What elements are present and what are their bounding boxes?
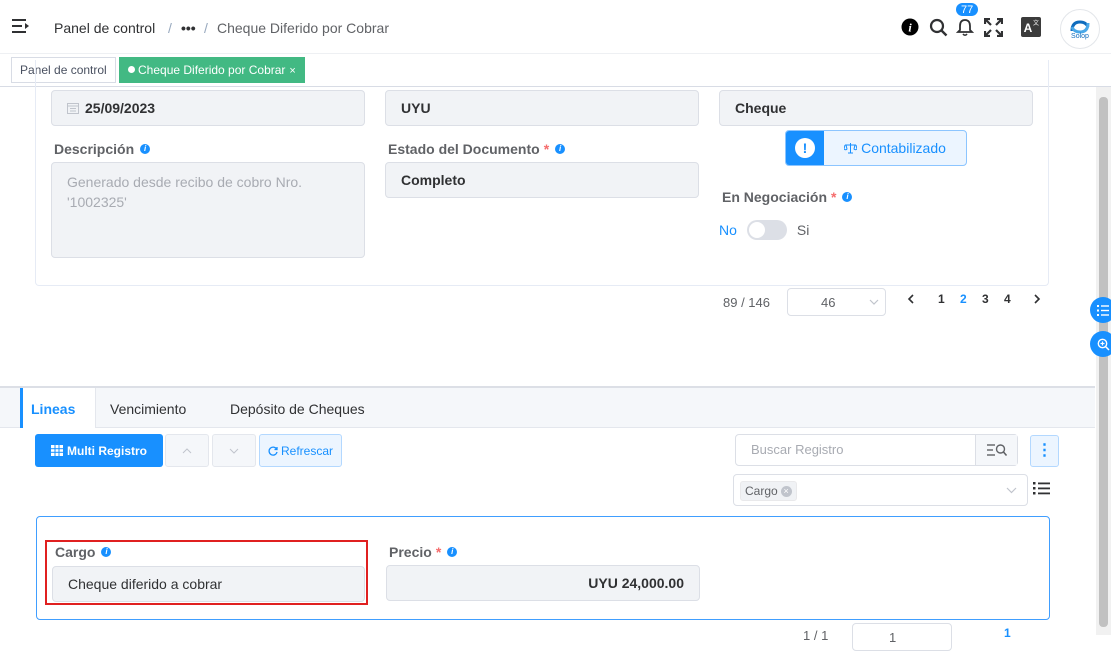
search-placeholder: Buscar Registro (751, 442, 844, 457)
document-type-value: Cheque (735, 100, 787, 116)
description-label: Descripción i (54, 141, 151, 157)
chevron-down-icon (869, 299, 879, 305)
page-select-value: 46 (821, 295, 836, 310)
page-size-select[interactable]: 46 (787, 288, 886, 316)
currency-value: UYU (401, 100, 431, 116)
page-number[interactable]: 4 (1004, 292, 1011, 306)
tab-lineas[interactable]: Lineas (20, 388, 97, 428)
chevron-down-icon (229, 448, 239, 454)
info-icon[interactable]: i (140, 144, 151, 154)
negotiation-switch[interactable] (746, 220, 787, 240)
required-mark: * (831, 189, 837, 205)
multi-registro-button[interactable]: Multi Registro (35, 434, 163, 467)
previous-record-button[interactable] (165, 434, 209, 467)
bell-icon[interactable] (954, 16, 976, 38)
negotiation-label: En Negociación * i (722, 189, 853, 205)
more-options-button[interactable]: ⋮ (1030, 435, 1059, 467)
description-textarea[interactable]: Generado desde recibo de cobro Nro. '100… (51, 162, 365, 258)
bottom-page-select[interactable]: 1 (852, 623, 952, 651)
next-record-button[interactable] (212, 434, 256, 467)
record-list-icon[interactable] (1090, 297, 1111, 323)
negotiation-switch-row: No Si (719, 220, 809, 240)
doc-status-value: Completo (401, 172, 466, 188)
switch-yes-label[interactable]: Si (797, 222, 809, 238)
info-icon[interactable]: i (842, 192, 853, 202)
precio-label-text: Precio (389, 544, 432, 560)
page-number[interactable]: 1 (938, 292, 945, 306)
page-number-active[interactable]: 2 (960, 292, 967, 306)
calendar-icon (67, 103, 79, 114)
page-number[interactable]: 3 (982, 292, 989, 306)
document-status-button[interactable]: ! Contabilizado (785, 130, 967, 166)
doc-status-label: Estado del Documento * i (388, 141, 566, 157)
required-mark: * (435, 544, 442, 560)
search-icon[interactable] (927, 16, 949, 38)
info-icon[interactable]: i (555, 144, 566, 154)
top-navbar: Panel de control / ••• / Cheque Diferido… (0, 0, 1111, 54)
svg-text:A: A (1024, 21, 1033, 35)
scrollbar-thumb[interactable] (1099, 97, 1108, 627)
detail-tabs: Lineas Vencimiento Depósito de Cheques (0, 388, 1095, 428)
search-records-input[interactable]: Buscar Registro (735, 434, 1018, 466)
document-type-field[interactable]: Cheque (719, 90, 1033, 126)
negotiation-label-text: En Negociación (722, 189, 828, 205)
info-icon[interactable]: i (899, 16, 921, 38)
zoom-in-icon[interactable] (1090, 331, 1111, 357)
precio-label: Precio * i (389, 544, 458, 560)
fullscreen-icon[interactable] (982, 16, 1004, 38)
bottom-page-select-value: 1 (889, 630, 897, 645)
description-label-text: Descripción (54, 141, 135, 157)
chip-label: Cargo (745, 484, 778, 498)
breadcrumb-ellipsis[interactable]: ••• (181, 20, 196, 36)
menu-fold-icon[interactable] (12, 18, 30, 34)
multi-registro-label: Multi Registro (67, 443, 147, 458)
precio-value: UYU 24,000.00 (588, 575, 684, 591)
refresh-icon (268, 446, 278, 456)
chip-close-icon[interactable]: × (780, 485, 792, 497)
precio-field[interactable]: UYU 24,000.00 (386, 565, 700, 601)
svg-text:文: 文 (1033, 19, 1039, 27)
currency-field[interactable]: UYU (385, 90, 699, 126)
company-logo[interactable]: Solop (1060, 9, 1100, 49)
bottom-page-number[interactable]: 1 (1004, 626, 1011, 640)
grid-icon (51, 445, 63, 456)
chevron-right-icon[interactable] (1033, 294, 1041, 304)
page-scrollbar[interactable] (1096, 87, 1111, 635)
logo-text: Solop (1071, 32, 1089, 40)
required-mark: * (543, 141, 550, 157)
status-label: Contabilizado (861, 140, 946, 156)
translate-icon[interactable]: A文 (1020, 16, 1042, 38)
doc-status-field[interactable]: Completo (385, 162, 699, 198)
date-field[interactable]: 25/09/2023 (51, 90, 365, 126)
advanced-search-icon[interactable] (975, 435, 1017, 465)
cargo-highlight-box (45, 540, 368, 605)
record-position: 89 / 146 (723, 295, 770, 310)
breadcrumb-current: Cheque Diferido por Cobrar (217, 20, 389, 36)
switch-no-label[interactable]: No (719, 222, 737, 238)
tab-vencimiento[interactable]: Vencimiento (90, 388, 206, 428)
doc-status-label-text: Estado del Documento (388, 141, 540, 157)
chevron-down-icon (1006, 487, 1017, 494)
chevron-up-icon (182, 447, 192, 453)
scale-icon (844, 143, 858, 154)
breadcrumb-home[interactable]: Panel de control (54, 20, 155, 36)
chevron-left-icon[interactable] (907, 294, 915, 304)
filter-chip-cargo[interactable]: Cargo × (740, 481, 797, 501)
list-icon[interactable] (1033, 481, 1050, 496)
alert-icon: ! (786, 131, 824, 165)
breadcrumb-separator: / (168, 20, 172, 36)
bottom-record-position: 1 / 1 (803, 628, 829, 643)
breadcrumb-separator: / (204, 20, 208, 36)
tab-deposito-cheques[interactable]: Depósito de Cheques (210, 388, 385, 428)
columns-filter-select[interactable]: Cargo × (733, 474, 1028, 506)
notification-badge: 77 (955, 2, 980, 17)
refrescar-label: Refrescar (280, 443, 333, 458)
refrescar-button[interactable]: Refrescar (259, 434, 342, 467)
date-value: 25/09/2023 (85, 100, 156, 116)
info-icon[interactable]: i (447, 547, 458, 557)
